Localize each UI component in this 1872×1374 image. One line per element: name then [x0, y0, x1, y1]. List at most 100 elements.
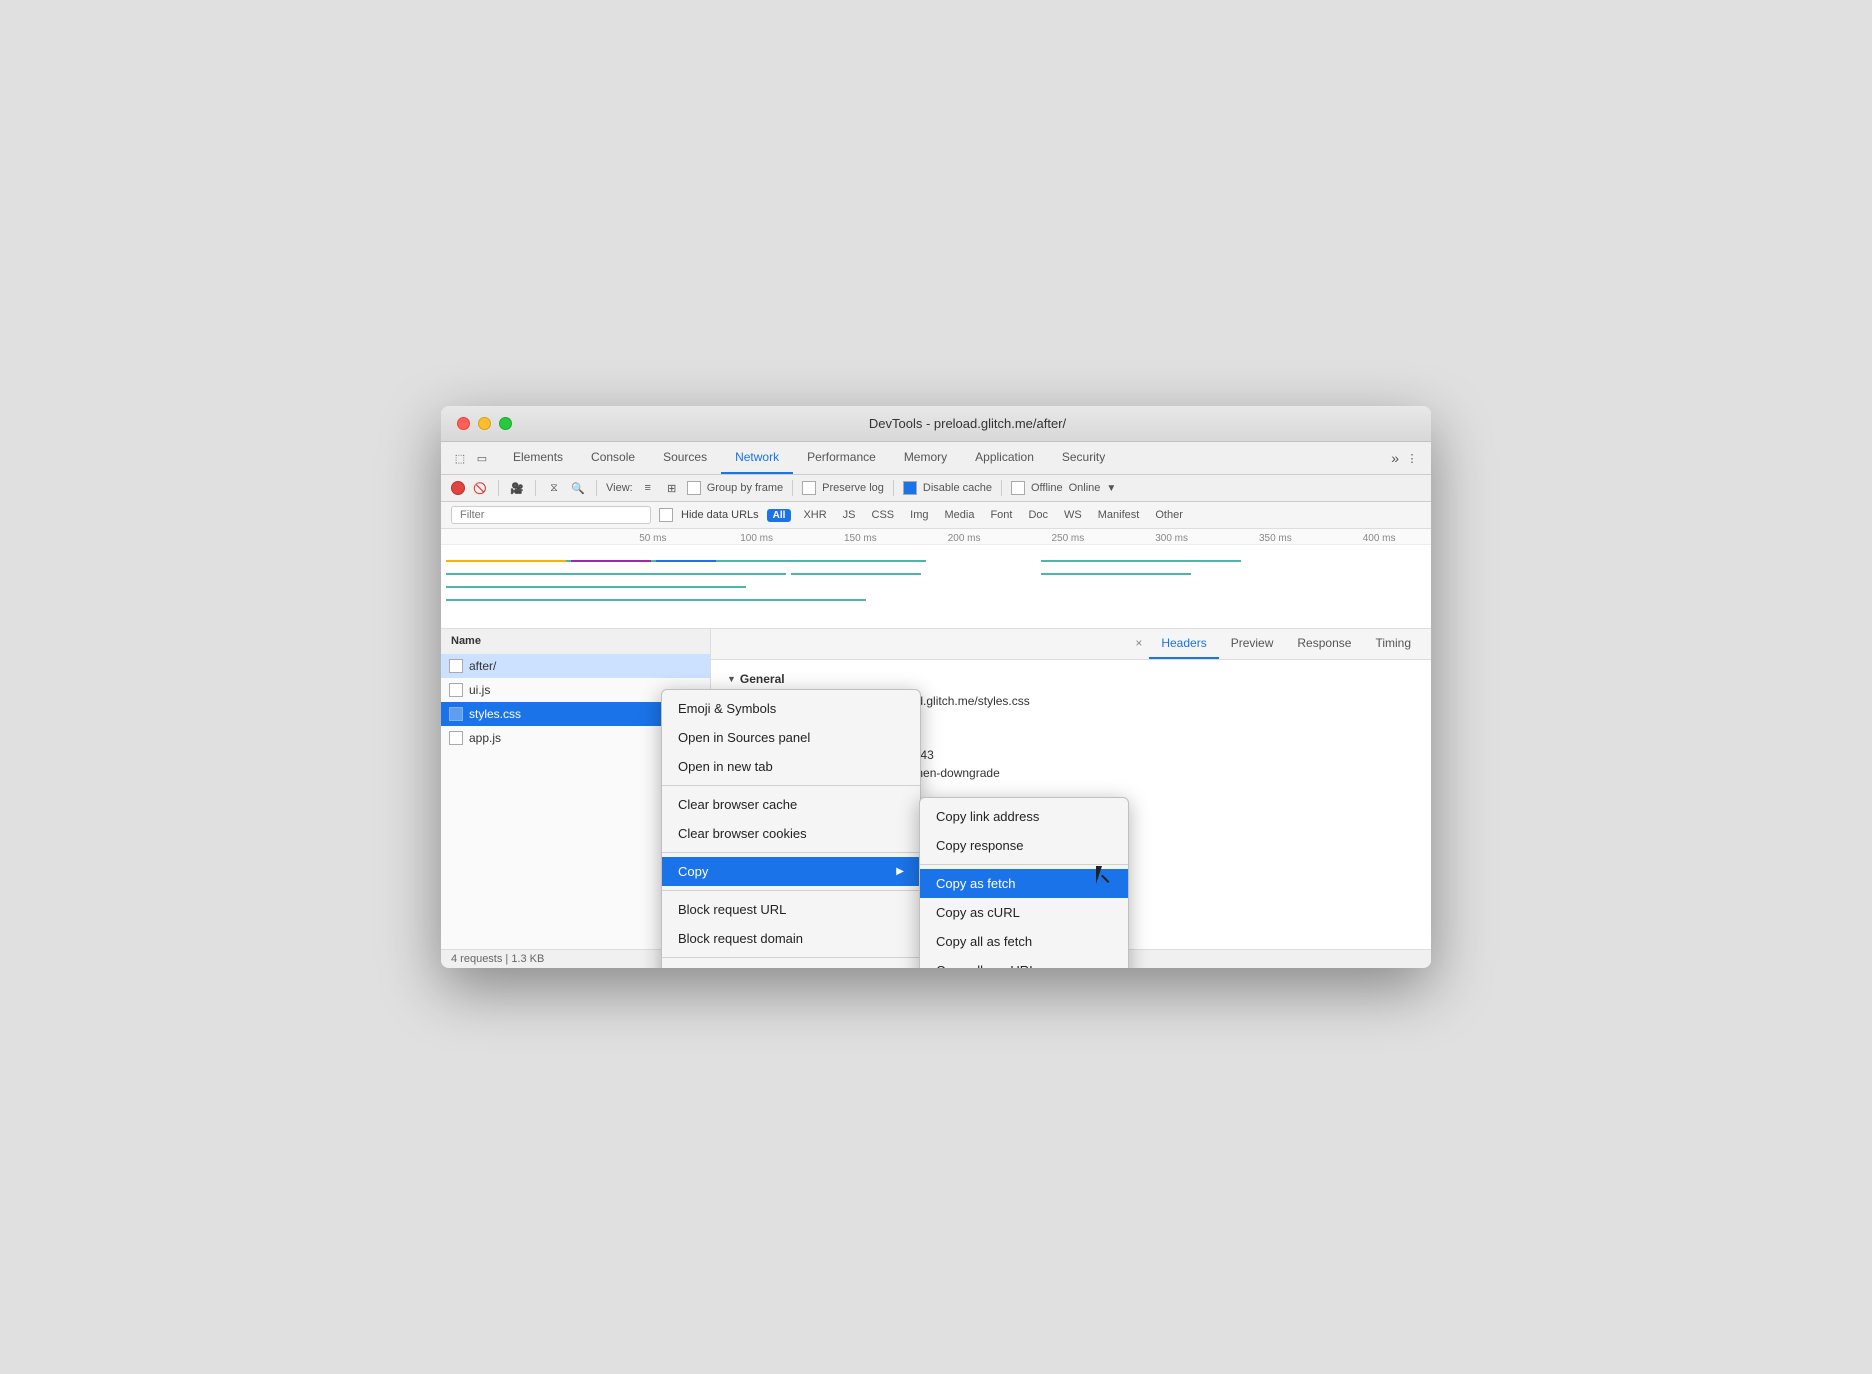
tab-network[interactable]: Network [721, 442, 793, 474]
tab-sources[interactable]: Sources [649, 442, 721, 474]
cm-copy-response[interactable]: Copy response [920, 831, 1128, 860]
detail-tab-headers[interactable]: Headers [1149, 629, 1218, 659]
filter-media[interactable]: Media [940, 508, 978, 522]
tab-elements[interactable]: Elements [499, 442, 577, 474]
status-text: 4 requests | 1.3 KB [451, 953, 544, 965]
devtools-window: DevTools - preload.glitch.me/after/ ⬚ ▭ … [441, 406, 1431, 968]
cm-clear-cache[interactable]: Clear browser cache [662, 790, 920, 819]
cm-copy-all-as-curl[interactable]: Copy all as cURL [920, 956, 1128, 968]
cm-open-new-tab[interactable]: Open in new tab [662, 752, 920, 781]
file-icon-after [449, 659, 463, 673]
cm-sub-sep-1 [920, 864, 1128, 865]
throttle-arrow[interactable]: ▼ [1106, 483, 1116, 494]
cm-clear-cookies[interactable]: Clear browser cookies [662, 819, 920, 848]
timeline-bar-yellow [446, 560, 566, 562]
timeline-bar-blue [656, 560, 716, 562]
inspect-icon[interactable]: ⬚ [451, 449, 469, 467]
timeline-bar-purple [571, 560, 651, 562]
filter-manifest[interactable]: Manifest [1094, 508, 1144, 522]
cm-copy-link-address[interactable]: Copy link address [920, 802, 1128, 831]
tick-300: 300 ms [1120, 533, 1224, 544]
more-options-icon[interactable]: ⋮ [1403, 449, 1421, 467]
timeline-ruler: 50 ms 100 ms 150 ms 200 ms 250 ms 300 ms… [441, 529, 1431, 545]
copy-arrow-icon: ▶ [896, 866, 904, 877]
filter-img[interactable]: Img [906, 508, 932, 522]
timeline-bar-teal4 [446, 586, 746, 588]
cm-copy-as-curl[interactable]: Copy as cURL [920, 898, 1128, 927]
disable-cache-label: Disable cache [923, 482, 992, 494]
cm-copy[interactable]: Copy ▶ [662, 857, 920, 886]
tab-console[interactable]: Console [577, 442, 649, 474]
camera-icon[interactable]: 🎥 [508, 479, 526, 497]
timeline-bar-teal2 [446, 573, 786, 575]
cm-block-domain[interactable]: Block request domain [662, 924, 920, 953]
minimize-button[interactable] [478, 417, 491, 430]
filter-input[interactable] [451, 506, 651, 524]
view-waterfall-icon[interactable]: ⊞ [663, 479, 681, 497]
separator-2 [535, 480, 536, 496]
filter-ws[interactable]: WS [1060, 508, 1086, 522]
detail-tabs: × Headers Preview Response Timing [711, 629, 1431, 660]
tick-200: 200 ms [912, 533, 1016, 544]
file-name-uijs: ui.js [469, 683, 490, 697]
offline-label: Offline [1031, 482, 1063, 494]
file-name-appjs: app.js [469, 731, 501, 745]
detail-tab-preview[interactable]: Preview [1219, 629, 1286, 659]
device-icon[interactable]: ▭ [473, 449, 491, 467]
timeline-bars [441, 545, 1431, 615]
filter-font[interactable]: Font [986, 508, 1016, 522]
clear-button[interactable]: 🚫 [471, 479, 489, 497]
file-icon-appjs [449, 731, 463, 745]
context-menu-left: Emoji & Symbols Open in Sources panel Op… [661, 689, 921, 968]
group-by-frame-checkbox[interactable] [687, 481, 701, 495]
close-button[interactable] [457, 417, 470, 430]
separator-6 [1001, 480, 1002, 496]
context-menu-right: Copy link address Copy response Copy as … [919, 797, 1129, 968]
triangle-icon: ▼ [727, 674, 736, 684]
filter-all-tag[interactable]: All [767, 509, 792, 522]
filter-xhr[interactable]: XHR [799, 508, 830, 522]
separator-5 [893, 480, 894, 496]
record-button[interactable] [451, 481, 465, 495]
tick-350: 350 ms [1224, 533, 1328, 544]
tick-50: 50 ms [601, 533, 705, 544]
filter-icon[interactable]: ⧖ [545, 479, 563, 497]
file-item-after[interactable]: after/ [441, 654, 710, 678]
cm-save-har[interactable]: Save as HAR with content [662, 962, 920, 968]
detail-tab-timing[interactable]: Timing [1363, 629, 1423, 659]
disable-cache-checkbox[interactable] [903, 481, 917, 495]
filter-bar: Hide data URLs All XHR JS CSS Img Media … [441, 502, 1431, 529]
filter-other[interactable]: Other [1151, 508, 1187, 522]
more-tabs-icon[interactable]: » [1391, 450, 1399, 466]
cm-copy-all-as-fetch[interactable]: Copy all as fetch [920, 927, 1128, 956]
offline-checkbox[interactable] [1011, 481, 1025, 495]
tick-150: 150 ms [809, 533, 913, 544]
cm-copy-as-fetch[interactable]: Copy as fetch [920, 869, 1128, 898]
detail-close-button[interactable]: × [1128, 629, 1149, 659]
preserve-log-checkbox[interactable] [802, 481, 816, 495]
general-section-title: ▼ General [727, 672, 1415, 686]
tab-application[interactable]: Application [961, 442, 1048, 474]
search-icon[interactable]: 🔍 [569, 479, 587, 497]
tab-memory[interactable]: Memory [890, 442, 961, 474]
cm-sep-4 [662, 957, 920, 958]
hide-data-urls-label: Hide data URLs [681, 509, 759, 521]
cm-open-sources[interactable]: Open in Sources panel [662, 723, 920, 752]
file-icon-uijs [449, 683, 463, 697]
online-label: Online [1069, 482, 1101, 494]
separator-1 [498, 480, 499, 496]
cm-emoji-symbols[interactable]: Emoji & Symbols [662, 694, 920, 723]
tab-security[interactable]: Security [1048, 442, 1119, 474]
cm-block-url[interactable]: Block request URL [662, 895, 920, 924]
timeline-bar-teal5 [446, 599, 866, 601]
tick-250: 250 ms [1016, 533, 1120, 544]
hide-data-urls-checkbox[interactable] [659, 508, 673, 522]
filter-js[interactable]: JS [839, 508, 860, 522]
title-bar: DevTools - preload.glitch.me/after/ [441, 406, 1431, 442]
filter-css[interactable]: CSS [868, 508, 899, 522]
tab-performance[interactable]: Performance [793, 442, 890, 474]
detail-tab-response[interactable]: Response [1285, 629, 1363, 659]
view-table-icon[interactable]: ≡ [639, 479, 657, 497]
maximize-button[interactable] [499, 417, 512, 430]
filter-doc[interactable]: Doc [1024, 508, 1052, 522]
